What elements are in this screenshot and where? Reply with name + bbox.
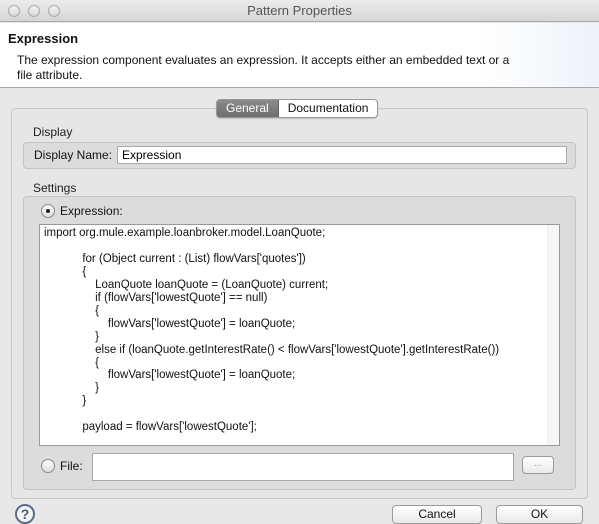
expression-label: Expression: <box>60 204 123 218</box>
zoom-window-button[interactable] <box>48 5 60 17</box>
tab-documentation[interactable]: Documentation <box>279 100 378 117</box>
vertical-scrollbar[interactable] <box>547 225 559 445</box>
browse-file-button[interactable]: ... <box>522 456 554 474</box>
expression-radio[interactable] <box>41 204 55 218</box>
header-description: The expression component evaluates an ex… <box>17 53 510 82</box>
file-path-input[interactable] <box>92 453 514 481</box>
file-label: File: <box>60 459 83 473</box>
display-name-input[interactable] <box>117 146 567 164</box>
help-icon[interactable]: ? <box>15 504 35 524</box>
minimize-window-button[interactable] <box>28 5 40 17</box>
file-radio[interactable] <box>41 459 55 473</box>
expression-code: import org.mule.example.loanbroker.model… <box>44 227 500 434</box>
header-title: Expression <box>8 31 79 46</box>
ok-button[interactable]: OK <box>496 505 583 524</box>
expression-textarea[interactable]: import org.mule.example.loanbroker.model… <box>39 224 560 446</box>
dialog-header: Expression The expression component eval… <box>0 23 599 88</box>
close-window-button[interactable] <box>8 5 20 17</box>
window-title: Pattern Properties <box>247 3 352 18</box>
title-bar: Pattern Properties <box>0 0 599 22</box>
display-name-label: Display Name: <box>34 148 113 162</box>
settings-section-label: Settings <box>33 181 77 195</box>
display-section-label: Display <box>33 125 73 139</box>
cancel-button[interactable]: Cancel <box>392 505 482 524</box>
tab-general[interactable]: General <box>217 100 279 117</box>
tab-bar: General Documentation <box>216 99 379 118</box>
